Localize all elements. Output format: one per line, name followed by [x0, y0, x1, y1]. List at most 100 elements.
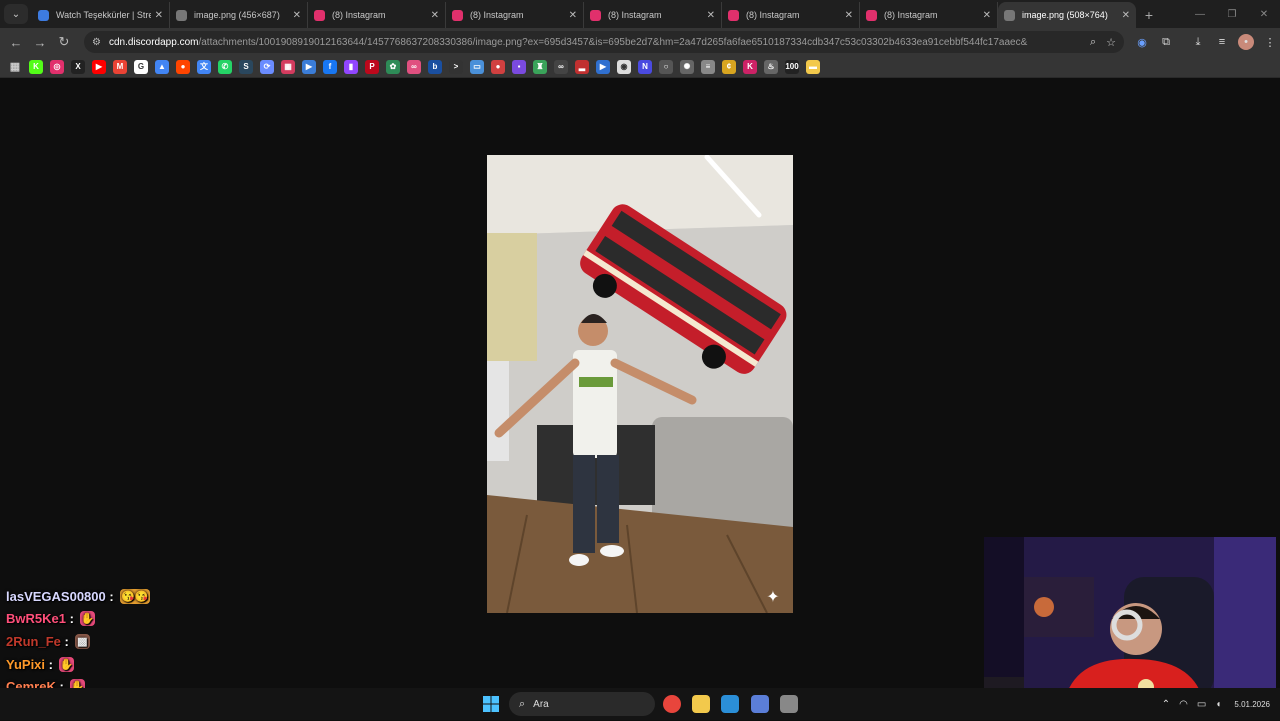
forward-button[interactable]: →: [28, 30, 52, 54]
tab-6[interactable]: (8) Instagram ✕: [860, 2, 998, 28]
file-explorer-icon[interactable]: [692, 695, 710, 713]
tab-close-icon[interactable]: ✕: [155, 10, 163, 21]
photo-scene: ✦: [487, 155, 793, 613]
extension-shield-icon[interactable]: ◉: [1134, 34, 1150, 50]
tab-0[interactable]: Watch Teşekkürler | Strea ✕: [32, 2, 170, 28]
extensions-puzzle-icon[interactable]: ⧉: [1158, 34, 1174, 50]
stats-icon[interactable]: ▂: [575, 59, 589, 74]
drive-icon[interactable]: ▲: [155, 59, 169, 74]
coin-icon[interactable]: ¢: [722, 59, 736, 74]
menu-dots-icon[interactable]: ⋮: [1262, 34, 1278, 50]
download-icon[interactable]: ⤓: [1190, 34, 1206, 50]
date-label[interactable]: 5.01.2026: [1234, 700, 1270, 709]
bookmark-star-icon[interactable]: ☆: [1106, 36, 1116, 49]
chevron-down-icon: ⌄: [11, 8, 21, 20]
tab-close-icon[interactable]: ✕: [707, 10, 715, 21]
tv-icon[interactable]: 100: [785, 59, 799, 74]
chat-icon[interactable]: ●: [491, 59, 505, 74]
tab-close-icon[interactable]: ✕: [845, 10, 853, 21]
tab-close-icon[interactable]: ✕: [293, 10, 301, 21]
google-icon[interactable]: G: [134, 59, 148, 74]
twitch-icon[interactable]: ▮: [344, 59, 358, 74]
stack-icon[interactable]: ≡: [701, 59, 715, 74]
new-tab-button[interactable]: +: [1136, 2, 1162, 28]
media-icon[interactable]: ▶: [302, 59, 316, 74]
youtube-icon[interactable]: ▶: [92, 59, 106, 74]
chat-emote-icon: 😘😘: [119, 588, 150, 604]
tab-title: (8) Instagram: [746, 10, 800, 20]
instagram-icon[interactable]: ◎: [50, 59, 64, 74]
app-badge-icon[interactable]: [751, 695, 769, 713]
close-window-button[interactable]: ✕: [1248, 0, 1280, 28]
tab-3[interactable]: (8) Instagram ✕: [446, 2, 584, 28]
photos-icon[interactable]: [721, 695, 739, 713]
wifi-icon[interactable]: ◠: [1179, 699, 1188, 710]
kanal-icon[interactable]: K: [743, 59, 757, 74]
chat-separator: :: [105, 588, 114, 604]
chat-message: 2Run_Fe : ▩: [6, 630, 306, 653]
gmail-icon[interactable]: M: [113, 59, 127, 74]
tab-5[interactable]: (8) Instagram ✕: [722, 2, 860, 28]
calendar-icon[interactable]: ▦: [281, 59, 295, 74]
reddit-icon[interactable]: ●: [176, 59, 190, 74]
sync-icon[interactable]: ⟳: [260, 59, 274, 74]
link-icon[interactable]: ∞: [407, 59, 421, 74]
volume-icon[interactable]: ◖: [1215, 699, 1221, 710]
windows-taskbar: ⌕ Ara ⌃ ◠ ▭ ◖ 5.01.2026: [0, 688, 1280, 720]
monitor-icon[interactable]: ▭: [470, 59, 484, 74]
tab-close-icon[interactable]: ✕: [431, 10, 439, 21]
tray-chevron-icon[interactable]: ⌃: [1162, 699, 1170, 710]
kick-icon[interactable]: K: [29, 59, 43, 74]
x-icon[interactable]: X: [71, 59, 85, 74]
bing-icon[interactable]: b: [428, 59, 442, 74]
tab-close-icon[interactable]: ✕: [1122, 10, 1130, 21]
taskbar-search[interactable]: ⌕ Ara: [509, 692, 655, 716]
tab-close-icon[interactable]: ✕: [569, 10, 577, 21]
steam-icon[interactable]: S: [239, 59, 253, 74]
tab-7[interactable]: image.png (508×764) ✕: [998, 2, 1136, 28]
facebook-icon[interactable]: f: [323, 59, 337, 74]
address-bar[interactable]: ⚙ cdn.discordapp.com /attachments/100190…: [84, 31, 1124, 53]
terminal-icon[interactable]: >: [449, 59, 463, 74]
tab-search-button[interactable]: ⌄: [4, 4, 28, 24]
reading-list-icon[interactable]: ≡: [1214, 34, 1230, 50]
tab-title: (8) Instagram: [332, 10, 386, 20]
play-icon[interactable]: ▶: [596, 59, 610, 74]
compass-icon[interactable]: ◉: [617, 59, 631, 74]
back-button[interactable]: ←: [4, 30, 28, 54]
whatsapp-icon[interactable]: ✆: [218, 59, 232, 74]
news-icon[interactable]: N: [638, 59, 652, 74]
folder-icon[interactable]: ▬: [806, 59, 820, 74]
maximize-button[interactable]: ❐: [1216, 0, 1248, 28]
reload-button[interactable]: ↻: [52, 30, 76, 54]
chrome-icon[interactable]: [663, 695, 681, 713]
tab-1[interactable]: image.png (456×687) ✕: [170, 2, 308, 28]
settings-icon[interactable]: [780, 695, 798, 713]
chat-separator: :: [65, 611, 74, 627]
tab-close-icon[interactable]: ✕: [983, 10, 991, 21]
instagram-icon: [590, 9, 601, 21]
app-icon[interactable]: ▪: [512, 59, 526, 74]
plant-icon[interactable]: ✿: [386, 59, 400, 74]
instagram-icon: [866, 9, 877, 21]
display-icon[interactable]: ▭: [1197, 699, 1206, 710]
tab-2[interactable]: (8) Instagram ✕: [308, 2, 446, 28]
site-info-icon[interactable]: ⚙: [92, 37, 101, 48]
zoom-icon[interactable]: ⌕: [1090, 36, 1096, 49]
tab-4[interactable]: (8) Instagram ✕: [584, 2, 722, 28]
trophy-icon[interactable]: ♜: [533, 59, 547, 74]
translate-icon[interactable]: 文: [197, 59, 211, 74]
gear-icon[interactable]: ✺: [680, 59, 694, 74]
profile-avatar[interactable]: •: [1238, 34, 1254, 50]
glasses-icon[interactable]: ∞: [554, 59, 568, 74]
twitch-icon: [38, 9, 49, 21]
ring-icon[interactable]: ○: [659, 59, 673, 74]
start-windows-icon[interactable]: [483, 696, 499, 712]
cup-icon[interactable]: ♨: [764, 59, 778, 74]
minimize-button[interactable]: —: [1184, 0, 1216, 28]
search-icon: ⌕: [519, 697, 526, 710]
search-placeholder: Ara: [533, 698, 549, 710]
apps-grid-icon[interactable]: ▦: [8, 60, 22, 74]
tab-title: (8) Instagram: [608, 10, 662, 20]
pinterest-icon[interactable]: P: [365, 59, 379, 74]
